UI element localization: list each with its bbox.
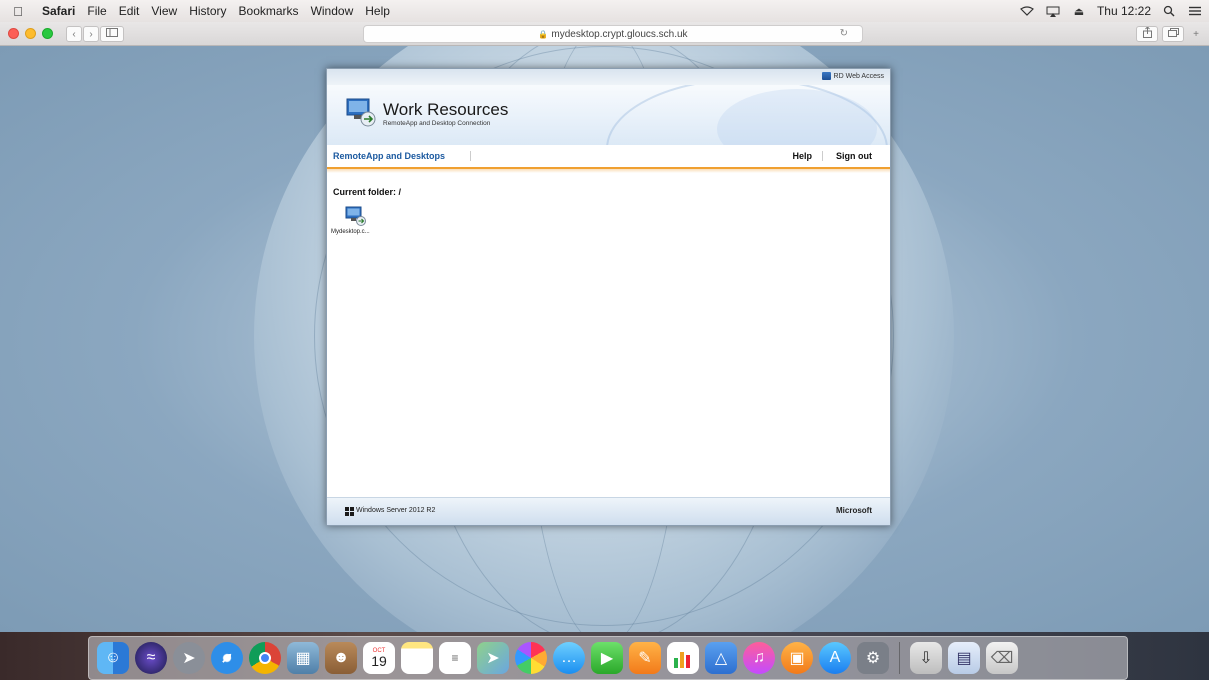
footer-vendor: Microsoft	[836, 506, 872, 515]
nav-divider	[822, 151, 823, 161]
finder-icon[interactable]: ☺	[97, 642, 129, 674]
remoteapp-logo-icon	[345, 97, 377, 127]
safari-icon[interactable]: ➚	[211, 642, 243, 674]
rd-footer: Windows Server 2012 R2 Microsoft	[327, 497, 890, 525]
clock[interactable]: Thu 12:22	[1097, 4, 1151, 18]
status-area: ⏏ Thu 12:22	[1019, 0, 1203, 22]
wifi-icon[interactable]	[1019, 4, 1035, 18]
share-icon	[1142, 26, 1152, 41]
nav-divider	[470, 151, 471, 161]
calendar-day: 19	[371, 653, 387, 669]
menu-file[interactable]: File	[81, 0, 112, 22]
resource-label[interactable]: Mydesktop.c...	[331, 229, 387, 235]
rd-header: RD Web Access Work Resources RemoteApp a…	[327, 69, 890, 145]
resource-item[interactable]: Mydesktop.c...	[331, 206, 387, 235]
chevron-left-icon: ‹	[72, 28, 76, 40]
back-button[interactable]: ‹	[66, 26, 82, 42]
itunes-icon[interactable]: ♫	[743, 642, 775, 674]
rd-web-access-icon	[821, 72, 831, 80]
page-subtitle: RemoteApp and Desktop Connection	[383, 120, 491, 127]
sidebar-icon	[106, 28, 118, 40]
rd-topbar	[327, 69, 890, 85]
page-viewport: RD Web Access Work Resources RemoteApp a…	[0, 46, 1209, 632]
rd-web-access-window: RD Web Access Work Resources RemoteApp a…	[326, 68, 891, 526]
facetime-icon[interactable]: ▶	[591, 642, 623, 674]
contacts-icon[interactable]: ☻	[325, 642, 357, 674]
photos-icon[interactable]	[515, 642, 547, 674]
address-bar[interactable]: 🔒 mydesktop.crypt.gloucs.sch.uk ↻	[363, 25, 863, 43]
nav-underline-glow	[327, 169, 890, 173]
eject-icon[interactable]: ⏏	[1071, 4, 1087, 18]
tab-remoteapp-and-desktops[interactable]: RemoteApp and Desktops	[333, 151, 445, 161]
sidebar-toggle-button[interactable]	[100, 26, 124, 42]
current-folder-label: Current folder: /	[333, 187, 402, 197]
apple-menu-icon[interactable]: 	[0, 4, 36, 19]
url-text: mydesktop.crypt.gloucs.sch.uk	[551, 28, 688, 40]
notification-center-icon[interactable]	[1187, 4, 1203, 18]
help-link[interactable]: Help	[792, 151, 812, 161]
system-preferences-icon[interactable]: ⚙	[857, 642, 889, 674]
minimize-window-button[interactable]	[25, 28, 36, 39]
pages-icon[interactable]: ✎	[629, 642, 661, 674]
chevron-right-icon: ›	[89, 28, 93, 40]
menu-history[interactable]: History	[183, 0, 232, 22]
menu-window[interactable]: Window	[305, 0, 360, 22]
calendar-icon[interactable]: OCT 19	[363, 642, 395, 674]
page-title: Work Resources	[383, 100, 509, 119]
footer-product-name: Windows Server 2012 R2	[356, 507, 436, 514]
menu-bookmarks[interactable]: Bookmarks	[233, 0, 305, 22]
downloads-icon[interactable]: ⇩	[910, 642, 942, 674]
sign-out-link[interactable]: Sign out	[836, 151, 872, 161]
dock-separator	[899, 642, 900, 674]
menu-edit[interactable]: Edit	[113, 0, 146, 22]
reminders-icon[interactable]: ≡	[439, 642, 471, 674]
reload-icon[interactable]: ↻	[840, 28, 848, 39]
rd-web-access-text: RD Web Access	[833, 72, 884, 80]
app-store-icon[interactable]: A	[819, 642, 851, 674]
documents-icon[interactable]: ▤	[948, 642, 980, 674]
ibooks-icon[interactable]: ▣	[781, 642, 813, 674]
share-button[interactable]	[1136, 26, 1158, 42]
airplay-icon[interactable]	[1045, 4, 1061, 18]
notes-icon[interactable]	[401, 642, 433, 674]
tabs-icon	[1167, 28, 1179, 40]
maps-icon[interactable]: ➤	[477, 642, 509, 674]
preview-icon[interactable]: ▦	[287, 642, 319, 674]
spotlight-search-icon[interactable]	[1161, 4, 1177, 18]
remote-desktop-icon[interactable]	[345, 206, 367, 226]
lock-icon: 🔒	[538, 29, 549, 39]
tabs-overview-button[interactable]	[1162, 26, 1184, 42]
trash-icon[interactable]: ⌫	[986, 642, 1018, 674]
safari-toolbar: ‹ › 🔒 mydesktop.crypt.gloucs.sch.uk ↻ +	[0, 22, 1209, 46]
plus-icon: +	[1193, 28, 1199, 40]
forward-button[interactable]: ›	[83, 26, 99, 42]
windows-logo-icon	[345, 507, 354, 516]
launchpad-icon[interactable]: ➤	[173, 642, 205, 674]
siri-icon[interactable]: ≈	[135, 642, 167, 674]
menu-view[interactable]: View	[145, 0, 183, 22]
dock: ☺ ≈ ➤ ➚ ▦ ☻ OCT 19 ≡ ➤ … ▶ ✎ △ ♫ ▣ A ⚙ ⇩…	[88, 636, 1128, 680]
rd-nav-bar: RemoteApp and Desktops Help Sign out	[327, 145, 890, 169]
close-window-button[interactable]	[8, 28, 19, 39]
fullscreen-window-button[interactable]	[42, 28, 53, 39]
menu-app-safari[interactable]: Safari	[36, 0, 81, 22]
messages-icon[interactable]: …	[553, 642, 585, 674]
rd-web-access-label: RD Web Access	[821, 72, 884, 80]
new-tab-button[interactable]: +	[1188, 26, 1204, 42]
menu-help[interactable]: Help	[359, 0, 396, 22]
window-controls	[8, 28, 53, 39]
chrome-icon[interactable]	[249, 642, 281, 674]
keynote-icon[interactable]: △	[705, 642, 737, 674]
numbers-icon[interactable]	[667, 642, 699, 674]
menu-bar:  Safari File Edit View History Bookmark…	[0, 0, 1209, 22]
